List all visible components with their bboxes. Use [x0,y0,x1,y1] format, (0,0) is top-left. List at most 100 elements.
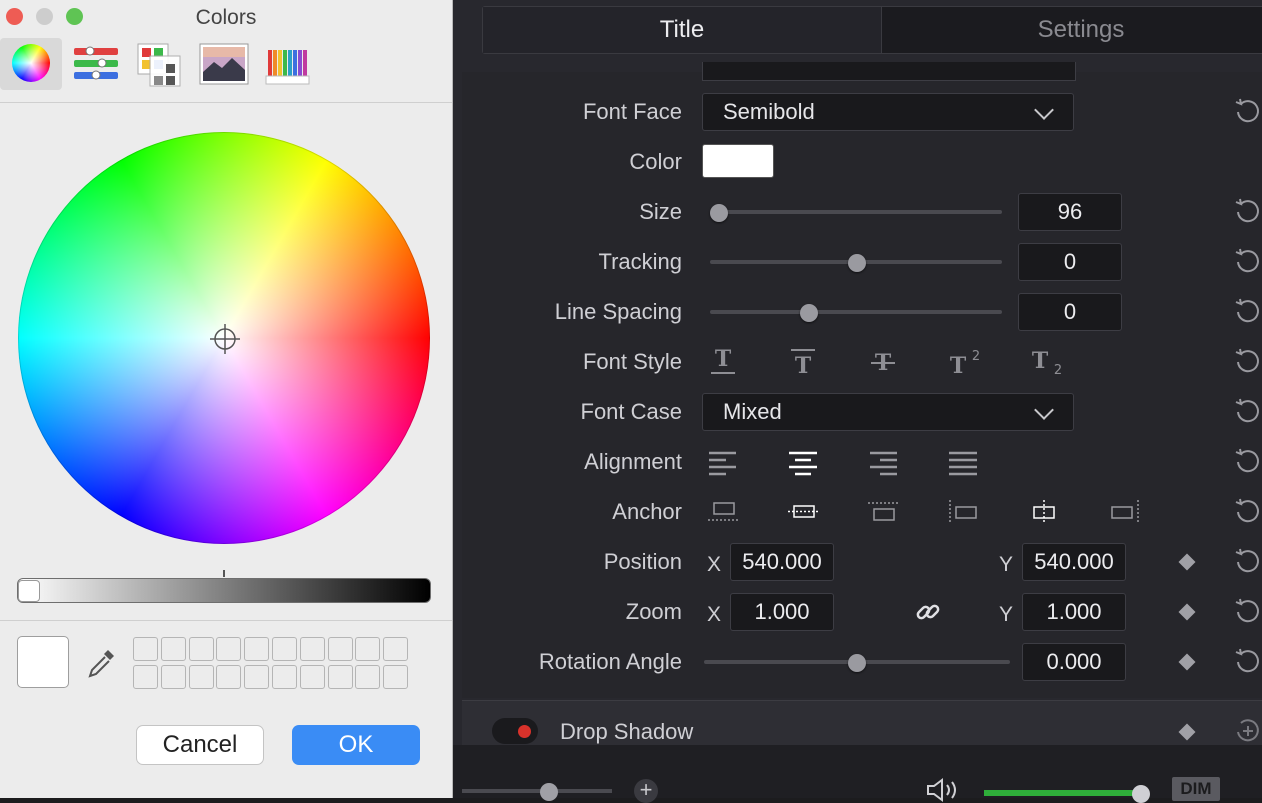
window-title: Colors [195,6,257,29]
align-justify-icon[interactable] [948,450,978,476]
color-picker-crosshair-icon[interactable] [210,324,240,354]
color-swatch[interactable] [702,144,774,178]
color-sliders-icon[interactable] [66,38,128,90]
anchor-left-icon[interactable] [946,498,982,526]
dim-button[interactable]: DIM [1172,777,1220,801]
color-wheel-mode-button[interactable] [0,38,62,90]
rotation-slider-knob[interactable] [848,654,866,672]
reset-icon[interactable] [1232,596,1262,626]
custom-swatch-slot[interactable] [355,665,381,689]
reset-icon[interactable] [1232,196,1262,226]
custom-swatch-slot[interactable] [244,637,270,661]
position-label: Position [603,549,682,574]
brightness-slider[interactable] [17,578,431,603]
font-face-dropdown[interactable]: Semibold [702,93,1074,131]
reset-icon[interactable] [1232,396,1262,426]
custom-swatch-slot[interactable] [327,665,353,689]
custom-swatch-slot[interactable] [383,665,409,689]
custom-swatch-slot[interactable] [133,665,158,689]
custom-swatch-slot[interactable] [160,637,186,661]
subscript-icon[interactable]: T2 [1028,344,1068,376]
size-field[interactable]: 96 [1018,193,1122,231]
line-spacing-field[interactable]: 0 [1018,293,1122,331]
cancel-button[interactable]: Cancel [136,725,264,765]
custom-swatch-slot[interactable] [299,665,325,689]
anchor-center-icon[interactable] [1026,498,1062,526]
reset-icon[interactable] [1232,96,1262,126]
font-case-dropdown[interactable]: Mixed [702,393,1074,431]
zoom-x-field[interactable]: 1.000 [730,593,834,631]
custom-swatch-slot[interactable] [216,637,242,661]
position-y-field[interactable]: 540.000 [1022,543,1126,581]
reset-icon[interactable] [1232,346,1262,376]
reset-icon[interactable] [1232,646,1262,676]
custom-swatch-slot[interactable] [272,665,297,689]
tracking-field[interactable]: 0 [1018,243,1122,281]
svg-text:T: T [715,346,732,372]
font-face-label: Font Face [582,99,682,124]
line-spacing-label: Line Spacing [554,299,682,324]
image-palettes-icon[interactable] [192,38,254,90]
custom-swatch-slot[interactable] [133,637,158,661]
superscript-icon[interactable]: T2 [946,344,986,376]
anchor-top-icon[interactable] [866,498,902,526]
reset-add-icon[interactable] [1232,717,1262,745]
speaker-icon[interactable] [926,778,962,802]
zoom-slider-knob[interactable] [540,783,558,801]
anchor-right-icon[interactable] [1106,498,1142,526]
zoom-slider-track[interactable] [462,789,612,793]
reset-icon[interactable] [1232,446,1262,476]
underline-t-icon[interactable]: T [708,344,738,376]
rotation-field[interactable]: 0.000 [1022,643,1126,681]
custom-swatch-slot[interactable] [216,665,242,689]
custom-swatch-slot[interactable] [299,637,325,661]
position-x-field[interactable]: 540.000 [730,543,834,581]
brightness-slider-knob[interactable] [18,580,40,602]
strikethrough-t-icon[interactable]: T [868,344,898,376]
drop-shadow-toggle[interactable] [492,718,538,744]
color-palettes-icon[interactable] [128,38,190,90]
custom-swatch-slot[interactable] [244,665,270,689]
ok-button[interactable]: OK [292,725,420,765]
toggle-red-dot [518,725,531,738]
align-center-icon[interactable] [788,450,818,476]
position-x-label: X [707,553,722,576]
zoom-x-label: X [707,603,722,626]
custom-swatch-slot[interactable] [327,637,353,661]
anchor-bottom-icon[interactable] [706,498,742,526]
custom-swatch-slot[interactable] [188,637,214,661]
tracking-label: Tracking [598,249,682,274]
volume-meter[interactable] [984,790,1144,796]
reset-icon[interactable] [1232,546,1262,576]
line-spacing-slider-knob[interactable] [800,304,818,322]
custom-swatch-slot[interactable] [272,637,297,661]
zoom-y-field[interactable]: 1.000 [1022,593,1126,631]
custom-swatch-slot[interactable] [355,637,381,661]
size-slider-knob[interactable] [710,204,728,222]
align-left-icon[interactable] [708,450,738,476]
custom-swatch-slot[interactable] [188,665,214,689]
overline-t-icon[interactable]: T [788,344,818,376]
clipped-dropdown[interactable] [702,62,1076,81]
reset-icon[interactable] [1232,296,1262,326]
custom-swatch-slot[interactable] [383,637,409,661]
eyedropper-icon[interactable] [86,646,118,680]
zoom-label: Zoom [625,599,682,624]
link-icon[interactable] [914,598,942,626]
volume-knob[interactable] [1132,785,1150,803]
line-spacing-slider[interactable] [710,310,1002,314]
plus-icon[interactable]: + [634,779,658,803]
custom-swatch-slot[interactable] [160,665,186,689]
tab-settings[interactable]: Settings [882,7,1262,53]
tracking-slider-knob[interactable] [848,254,866,272]
colors-window: Colors Cancel OK [0,0,453,798]
tab-title[interactable]: Title [483,7,882,53]
size-label: Size [639,199,682,224]
anchor-middle-icon[interactable] [786,498,822,526]
current-color-swatch[interactable] [17,636,69,688]
reset-icon[interactable] [1232,246,1262,276]
align-right-icon[interactable] [868,450,898,476]
pencils-icon[interactable] [256,38,318,90]
reset-icon[interactable] [1232,496,1262,526]
size-slider[interactable] [710,210,1002,214]
